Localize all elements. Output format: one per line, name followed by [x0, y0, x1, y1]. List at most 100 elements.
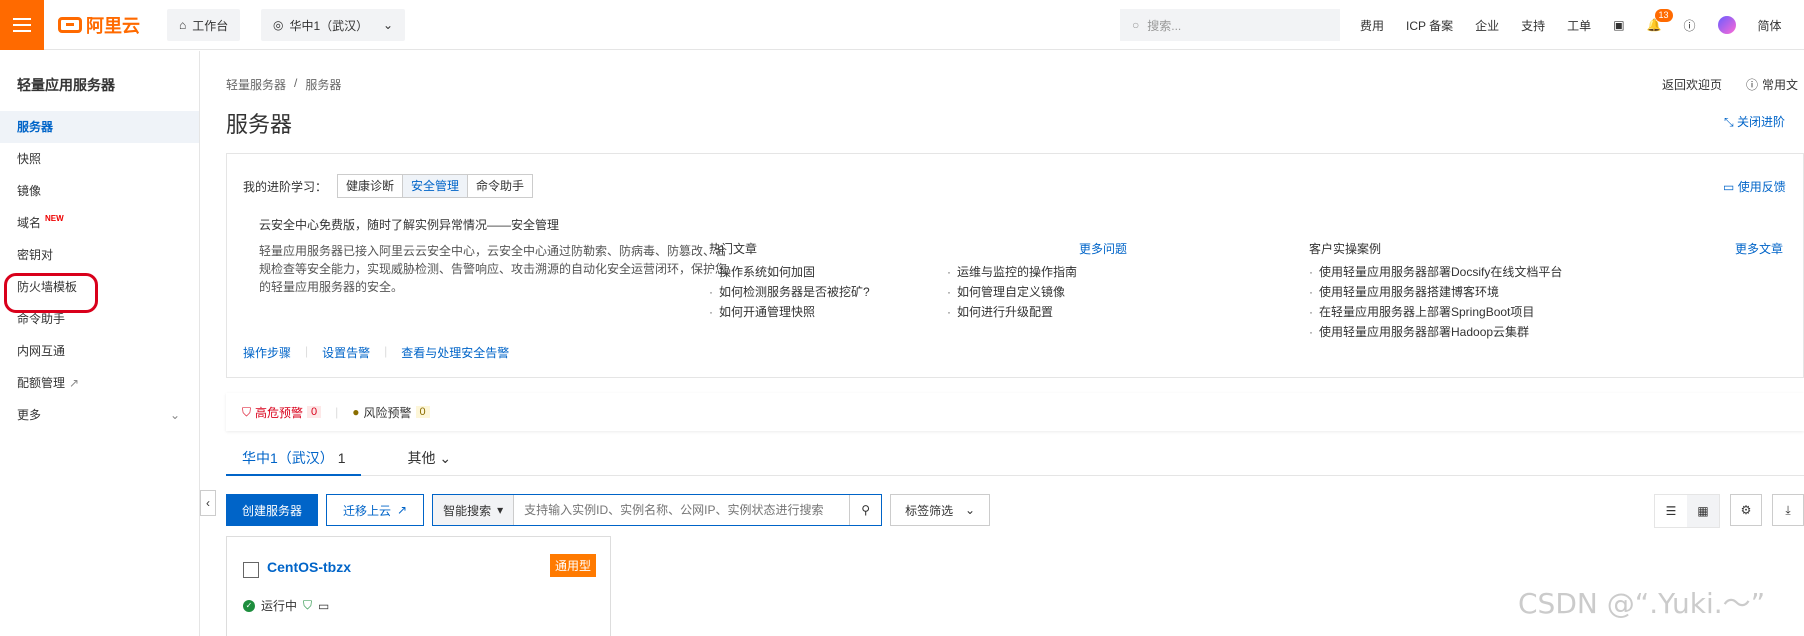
- sidebar-item-servers[interactable]: 服务器: [0, 111, 199, 143]
- top-links: 费用 ICP 备案 企业 支持 工单 ▣ 🔔 13 ⓘ 简体: [1360, 0, 1782, 50]
- help-icon[interactable]: ⓘ: [1683, 17, 1695, 34]
- list-view-icon[interactable]: ☰: [1655, 495, 1687, 527]
- list-item[interactable]: 在轻量应用服务器上部署SpringBoot项目: [1309, 302, 1562, 322]
- instance-search-input[interactable]: [514, 496, 850, 524]
- logo-text: 阿里云: [86, 15, 140, 36]
- sidebar-collapse-button[interactable]: ‹: [200, 490, 216, 516]
- link-set-alert[interactable]: 设置告警: [322, 344, 370, 361]
- list-item[interactable]: 运维与监控的操作指南: [947, 262, 1077, 282]
- sidebar-item-label: 快照: [17, 152, 42, 166]
- server-checkbox[interactable]: [243, 562, 259, 578]
- sidebar-item-label: 域名: [17, 216, 42, 230]
- divider: |: [305, 344, 309, 358]
- language-switch[interactable]: 简体: [1758, 17, 1782, 34]
- region-label: 华中1（武汉）: [289, 18, 369, 33]
- sidebar-item-intranet[interactable]: 内网互通: [0, 335, 199, 367]
- server-card[interactable]: CentOS-tbzx 通用型 ✓ 运行中 ⛉ ▭: [226, 536, 611, 636]
- search-button[interactable]: ⚲: [849, 495, 881, 525]
- menu-icon[interactable]: [0, 0, 44, 50]
- intro-links: 操作步骤 | 设置告警 | 查看与处理安全告警: [243, 344, 509, 361]
- new-tag: NEW: [45, 214, 64, 223]
- high-risk-alert[interactable]: ⛉ 高危预警 0: [242, 404, 322, 421]
- chevron-down-icon: ⌄: [382, 18, 393, 32]
- list-item[interactable]: 操作系统如何加固: [709, 262, 870, 282]
- sidebar: 轻量应用服务器 服务器 快照 镜像 域名 NEW 密钥对 防火墙模板 命令助手 内…: [0, 51, 200, 636]
- list-item[interactable]: 使用轻量应用服务器搭建博客环境: [1309, 282, 1562, 302]
- link-support[interactable]: 支持: [1521, 17, 1545, 34]
- view-tools: ☰ ▦ ⚙ ⤓: [1654, 494, 1804, 528]
- server-toolbar: 创建服务器 迁移上云 ↗ 智能搜索 ▾ ⚲ 标签筛选 ⌄ ☰ ▦ ⚙ ⤓: [226, 494, 1804, 528]
- instance-search-group: 智能搜索 ▾ ⚲: [432, 494, 883, 526]
- feedback-icon: ▭: [1723, 180, 1735, 194]
- view-toggle: ☰ ▦: [1654, 494, 1720, 528]
- back-to-welcome-link[interactable]: 返回欢迎页: [1662, 76, 1722, 93]
- shield-check-icon[interactable]: ⛉: [303, 598, 312, 613]
- aliyun-logo[interactable]: 阿里云: [58, 12, 140, 38]
- feedback-label: 使用反馈: [1737, 180, 1786, 194]
- faq-link[interactable]: ⓘ 常用文: [1746, 76, 1798, 93]
- link-steps[interactable]: 操作步骤: [243, 344, 291, 361]
- close-advanced-link[interactable]: ⤡ 关闭进阶: [1724, 113, 1785, 130]
- link-ticket[interactable]: 工单: [1567, 17, 1591, 34]
- sidebar-item-more[interactable]: 更多 ⌄: [0, 399, 199, 431]
- list-item[interactable]: 如何开通管理快照: [709, 302, 870, 322]
- risk-alert[interactable]: ● 风险预警 0: [352, 404, 430, 421]
- server-type-badge: 通用型: [549, 554, 596, 577]
- main-content: 轻量服务器 / 服务器 服务器 返回欢迎页 ⓘ 常用文 ⤡ 关闭进阶 我的进阶学习…: [226, 51, 1804, 636]
- sidebar-item-snapshots[interactable]: 快照: [0, 143, 199, 175]
- monitor-icon[interactable]: ▭: [318, 599, 329, 613]
- avatar[interactable]: [1717, 16, 1736, 34]
- top-navigation-bar: 阿里云 ⌂ 工作台 ◎ 华中1（武汉） ⌄ ○ 搜索... 费用 ICP 备案 …: [0, 0, 1804, 50]
- link-view-alerts[interactable]: 查看与处理安全告警: [401, 344, 509, 361]
- notification-bell-icon[interactable]: 🔔 13: [1647, 9, 1673, 32]
- tab-health-diagnosis[interactable]: 健康诊断: [338, 175, 404, 197]
- global-search-input[interactable]: ○ 搜索...: [1120, 9, 1340, 41]
- download-icon[interactable]: ⤓: [1772, 494, 1804, 526]
- list-item[interactable]: 使用轻量应用服务器部署Hadoop云集群: [1309, 322, 1562, 342]
- location-icon: ◎: [273, 18, 284, 32]
- create-server-button[interactable]: 创建服务器: [226, 494, 319, 526]
- chevron-down-icon: ⌄: [439, 450, 452, 466]
- feedback-link[interactable]: ▭ 使用反馈: [1723, 178, 1786, 195]
- sidebar-item-images[interactable]: 镜像: [0, 175, 199, 207]
- sidebar-item-quota[interactable]: 配额管理 ↗: [0, 367, 199, 399]
- alert-bar: ⛉ 高危预警 0 | ● 风险预警 0: [226, 393, 1804, 431]
- highlight-annotation: [4, 273, 98, 313]
- tab-region-wuhan[interactable]: 华中1（武汉） 1: [226, 446, 362, 476]
- smart-search-select[interactable]: 智能搜索 ▾: [433, 495, 515, 525]
- workbench-button[interactable]: ⌂ 工作台: [167, 9, 241, 41]
- chevron-left-icon: ‹: [206, 496, 210, 510]
- breadcrumb-item-lightweight[interactable]: 轻量服务器: [226, 76, 286, 93]
- tab-security-management[interactable]: 安全管理: [403, 175, 469, 197]
- tab-region-other[interactable]: 其他 ⌄: [391, 446, 467, 476]
- more-articles-link[interactable]: 更多文章: [1735, 240, 1783, 257]
- sidebar-item-keypairs[interactable]: 密钥对: [0, 239, 199, 271]
- tag-filter-select[interactable]: 标签筛选 ⌄: [890, 494, 991, 526]
- notification-badge: 13: [1654, 9, 1673, 22]
- tab-command-assistant[interactable]: 命令助手: [468, 175, 532, 197]
- breadcrumb: 轻量服务器 / 服务器: [226, 76, 341, 93]
- list-item[interactable]: 如何管理自定义镜像: [947, 282, 1077, 302]
- region-tabs: 华中1（武汉） 1 其他 ⌄: [226, 446, 1804, 476]
- migrate-label: 迁移上云: [343, 503, 392, 518]
- list-item[interactable]: 使用轻量应用服务器部署Docsify在线文档平台: [1309, 262, 1562, 282]
- divider: |: [384, 344, 388, 358]
- tab-label: 华中1（武汉）: [242, 450, 334, 466]
- region-selector[interactable]: ◎ 华中1（武汉） ⌄: [261, 9, 405, 41]
- grid-view-icon[interactable]: ▦: [1687, 495, 1719, 527]
- list-item[interactable]: 如何进行升级配置: [947, 302, 1077, 322]
- list-item[interactable]: 如何检测服务器是否被挖矿?: [709, 282, 870, 302]
- link-fees[interactable]: 费用: [1360, 17, 1384, 34]
- terminal-icon[interactable]: ▣: [1613, 18, 1624, 32]
- sidebar-item-label: 更多: [17, 408, 42, 422]
- server-status: ✓ 运行中 ⛉ ▭: [243, 597, 329, 614]
- migrate-button[interactable]: 迁移上云 ↗: [326, 494, 425, 526]
- sidebar-item-domains[interactable]: 域名 NEW: [0, 207, 199, 239]
- server-name[interactable]: CentOS-tbzx: [267, 559, 351, 575]
- more-questions-link[interactable]: 更多问题: [1079, 240, 1127, 257]
- gear-icon[interactable]: ⚙: [1730, 494, 1762, 526]
- link-enterprise[interactable]: 企业: [1475, 17, 1499, 34]
- status-label: 运行中: [261, 599, 298, 613]
- smart-search-label: 智能搜索: [443, 503, 492, 518]
- link-icp[interactable]: ICP 备案: [1406, 17, 1453, 34]
